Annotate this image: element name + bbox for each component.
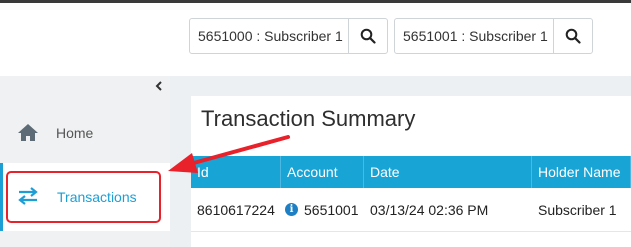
cell-id: 8610617224 (197, 201, 275, 218)
column-header-account[interactable]: Account (281, 156, 364, 188)
cell-account-value: 5651001 (304, 201, 359, 218)
chevron-left-icon (155, 81, 162, 91)
subscriber-search-2: 5651001 : Subscriber 1 (394, 18, 593, 54)
column-header-holder-name[interactable]: Holder Name (532, 156, 631, 188)
sidebar-item-label: Home (56, 125, 94, 141)
cell-holder-name: Subscriber 1 (538, 201, 617, 218)
collapse-sidebar-button[interactable] (155, 78, 163, 94)
subscriber-search-input-2[interactable]: 5651001 : Subscriber 1 (395, 19, 554, 53)
table-header: Id Account Date Holder Name (191, 156, 631, 188)
table-row[interactable]: 8610617224 i 5651001 03/13/24 02:36 PM S… (191, 188, 631, 232)
subscriber-search-input-1[interactable]: 5651000 : Subscriber 1 (190, 19, 349, 53)
column-header-date[interactable]: Date (364, 156, 532, 188)
sidebar-item-home[interactable]: Home (0, 111, 170, 155)
column-header-id[interactable]: Id (191, 156, 281, 188)
search-button-2[interactable] (554, 19, 592, 53)
search-button-1[interactable] (349, 19, 387, 53)
search-icon (360, 28, 376, 44)
info-icon[interactable]: i (285, 203, 298, 216)
annotation-highlight-box (6, 171, 161, 223)
cell-date: 03/13/24 02:36 PM (370, 201, 489, 218)
home-icon (16, 122, 40, 145)
panel-title: Transaction Summary (201, 106, 416, 131)
cell-account: i 5651001 (281, 188, 364, 231)
subscriber-search-1: 5651000 : Subscriber 1 (189, 18, 388, 54)
search-icon (565, 28, 581, 44)
